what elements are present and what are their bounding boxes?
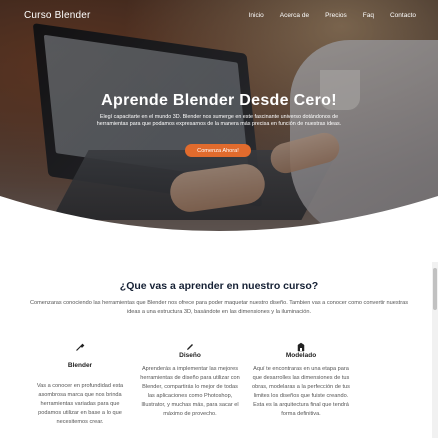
feature-title: Diseño — [179, 352, 201, 359]
nav-link-contacto[interactable]: Contacto — [390, 12, 416, 19]
building-icon — [251, 342, 351, 352]
cta-button[interactable]: Comenza Ahora! — [185, 144, 251, 157]
section-title: ¿Que vas a aprender en nuestro curso? — [119, 280, 319, 292]
nav-links: Inicio Acerca de Precios Faq Contacto — [249, 12, 416, 19]
brand-logo[interactable]: Curso Blender — [24, 10, 91, 21]
nav-link-precios[interactable]: Precios — [325, 12, 347, 19]
hero-section — [0, 0, 438, 262]
feature-card-diseno: Diseño Aprenderás a implementar las mejo… — [140, 342, 240, 419]
hero-subtitle: Elegí capacitarte en el mundo 3D. Blende… — [96, 114, 342, 127]
feature-text: Vas a conocer en profundidad esta asombr… — [36, 383, 124, 425]
feature-text: Aprenderás a implementar las mejores her… — [140, 366, 240, 417]
section-description: Comenzaras conociendo las herramientas q… — [30, 300, 408, 315]
nav-link-inicio[interactable]: Inicio — [249, 12, 264, 19]
wrench-icon — [30, 342, 130, 352]
hero-title: Aprende Blender Desde Cero! — [101, 92, 337, 109]
feature-text: Aquí te encontraras en una etapa para qu… — [252, 366, 350, 417]
feature-card-blender: Blender Vas a conocer en profundidad est… — [30, 342, 130, 427]
scrollbar-thumb[interactable] — [433, 268, 437, 310]
feature-title: Blender — [67, 362, 93, 369]
feature-title: Modelado — [285, 352, 317, 359]
nav-link-acerca[interactable]: Acerca de — [280, 12, 309, 19]
pencil-icon — [140, 342, 240, 352]
navbar: Curso Blender Inicio Acerca de Precios F… — [0, 0, 438, 32]
feature-card-modelado: Modelado Aquí te encontraras en una etap… — [251, 342, 351, 419]
hero-curve-divider — [0, 196, 438, 262]
nav-link-faq[interactable]: Faq — [363, 12, 374, 19]
